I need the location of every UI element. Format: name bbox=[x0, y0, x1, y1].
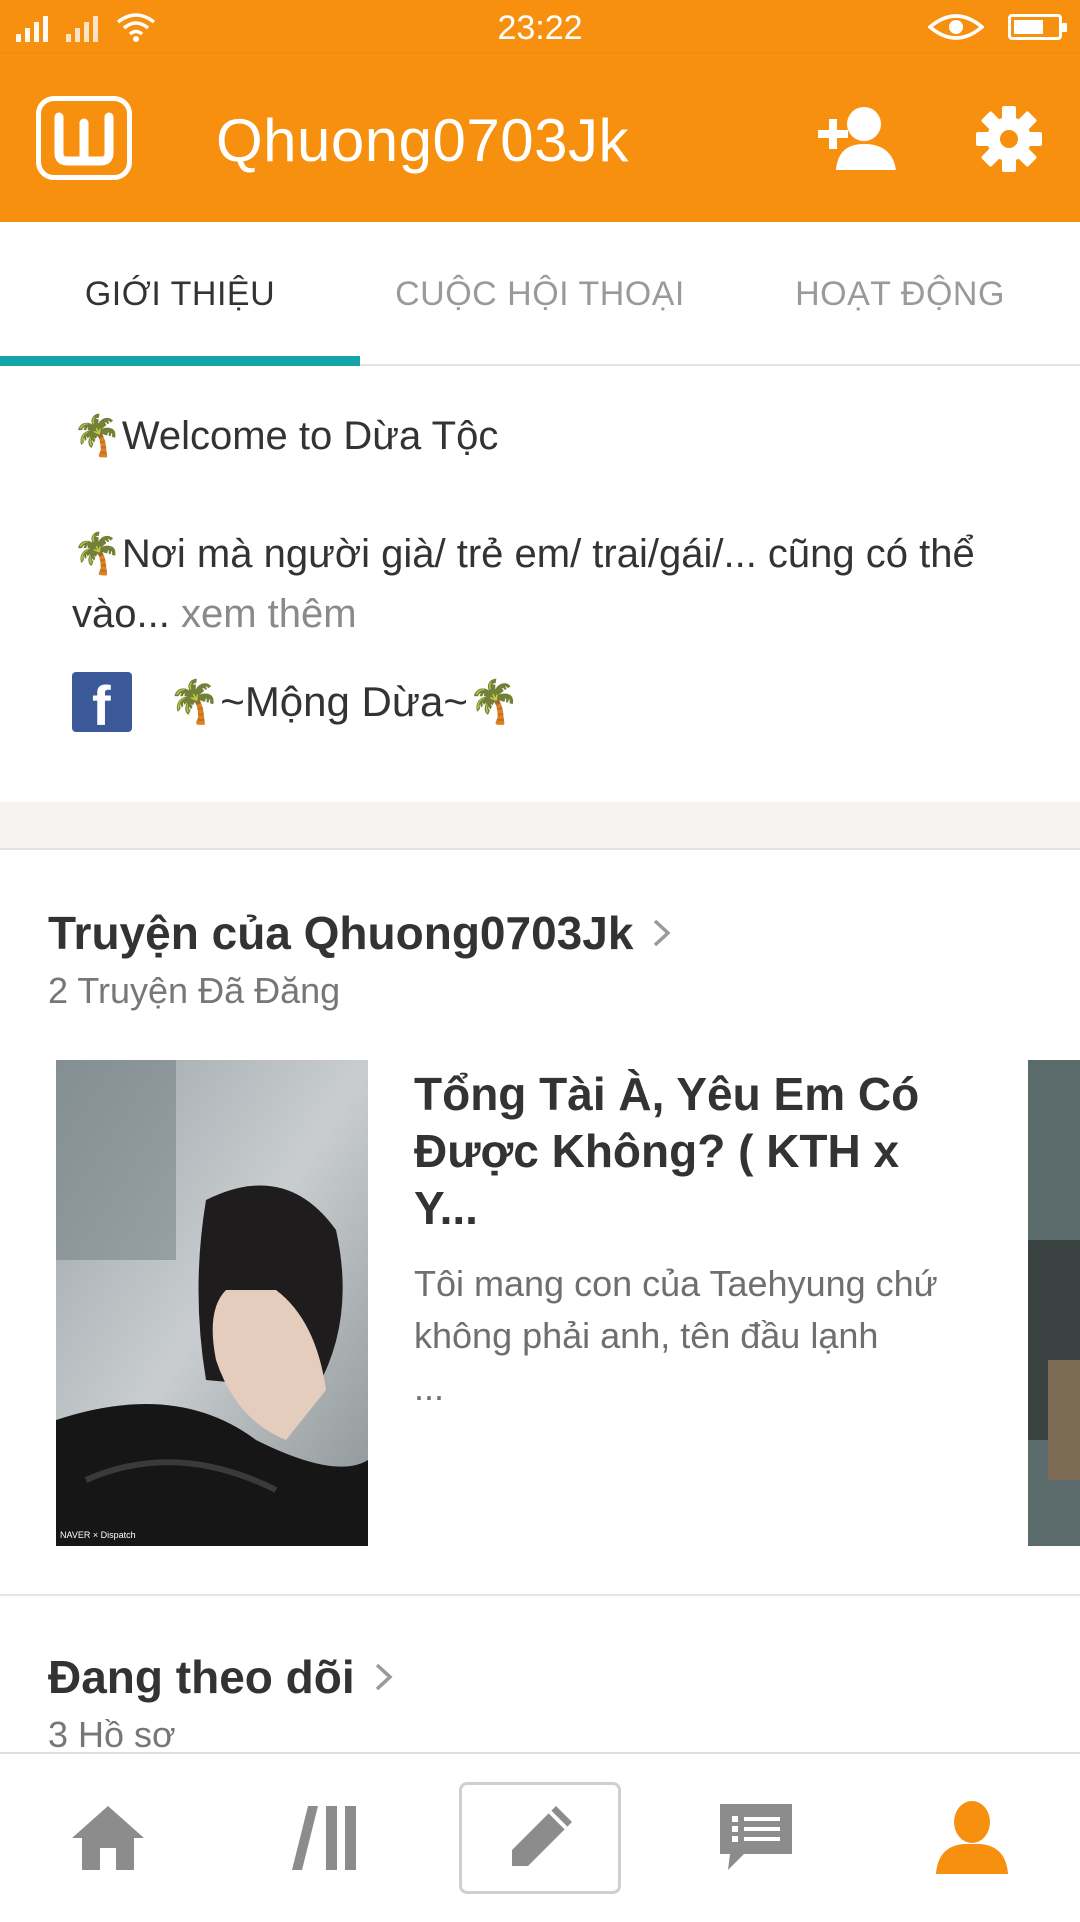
section-divider bbox=[0, 1594, 1080, 1596]
following-count: 3 Hồ sơ bbox=[48, 1714, 176, 1755]
status-time: 23:22 bbox=[497, 9, 583, 47]
following-section-title: Đang theo dõi bbox=[48, 1651, 355, 1703]
home-icon bbox=[72, 1806, 144, 1870]
story-title[interactable]: Tổng Tài À, Yêu Em Có Được Không? ( KTH … bbox=[414, 1066, 974, 1237]
read-more-link[interactable]: xem thêm bbox=[170, 592, 357, 636]
status-bar: 23:22 bbox=[0, 0, 1080, 54]
tab-activity[interactable]: HOẠT ĐỘNG bbox=[720, 222, 1080, 366]
settings-button[interactable] bbox=[974, 104, 1044, 174]
facebook-link[interactable]: f 🌴~Mộng Dừa~🌴 bbox=[72, 672, 521, 736]
chevron-right-icon bbox=[654, 919, 672, 947]
profile-username: Qhuong0703Jk bbox=[216, 107, 629, 174]
library-icon bbox=[292, 1806, 356, 1870]
about-line-1: 🌴Welcome to Dừa Tộc bbox=[72, 406, 984, 466]
wattpad-logo-icon[interactable] bbox=[36, 96, 132, 180]
nav-write[interactable] bbox=[432, 1754, 648, 1922]
eye-comfort-icon bbox=[928, 14, 984, 40]
profile-icon bbox=[936, 1801, 1008, 1874]
palm-tree-icon: 🌴 bbox=[72, 532, 122, 576]
story-description: Tôi mang con của Taehyung chứ không phải… bbox=[414, 1263, 938, 1408]
next-story-cover-image[interactable] bbox=[1028, 1060, 1080, 1546]
stories-section-header[interactable]: Truyện của Qhuong0703Jk bbox=[48, 906, 673, 960]
chevron-right-icon bbox=[375, 1663, 393, 1691]
battery-icon bbox=[1008, 14, 1067, 40]
app-bar: Qhuong0703Jk bbox=[0, 54, 1080, 222]
palm-tree-icon: 🌴 bbox=[72, 414, 122, 458]
write-button[interactable] bbox=[459, 1782, 621, 1894]
about-line-2: 🌴Nơi mà người già/ trẻ em/ trai/gái/... … bbox=[72, 524, 984, 644]
stories-count: 2 Truyện Đã Đăng bbox=[48, 970, 341, 1011]
tab-about[interactable]: GIỚI THIỆU bbox=[0, 222, 360, 366]
messages-icon bbox=[720, 1804, 792, 1870]
cover-caption: NAVER × Dispatch bbox=[60, 1530, 136, 1540]
nav-messages[interactable] bbox=[648, 1754, 864, 1922]
nav-library[interactable] bbox=[216, 1754, 432, 1922]
bottom-navigation bbox=[0, 1752, 1080, 1920]
facebook-name: 🌴~Mộng Dừa~🌴 bbox=[168, 677, 521, 725]
profile-tabs: GIỚI THIỆU CUỘC HỘI THOẠI HOẠT ĐỘNG bbox=[0, 222, 1080, 366]
follow-user-button[interactable] bbox=[816, 104, 900, 174]
about-welcome-text: Welcome to Dừa Tộc bbox=[121, 414, 499, 458]
nav-home[interactable] bbox=[0, 1754, 216, 1922]
add-user-icon bbox=[818, 107, 896, 170]
story-cover-image[interactable]: NAVER × Dispatch bbox=[56, 1060, 368, 1546]
gear-icon bbox=[976, 106, 1042, 172]
stories-section-title: Truyện của Qhuong0703Jk bbox=[48, 907, 634, 959]
about-section: 🌴Welcome to Dừa Tộc 🌴Nơi mà người già/ t… bbox=[0, 366, 1080, 802]
section-gap bbox=[0, 802, 1080, 850]
pencil-icon bbox=[512, 1806, 572, 1866]
following-section-header[interactable]: Đang theo dõi bbox=[48, 1650, 395, 1704]
tab-conversations[interactable]: CUỘC HỘI THOẠI bbox=[360, 222, 720, 366]
nav-profile[interactable] bbox=[864, 1754, 1080, 1922]
active-tab-indicator bbox=[0, 356, 360, 366]
facebook-icon: f bbox=[72, 672, 132, 736]
